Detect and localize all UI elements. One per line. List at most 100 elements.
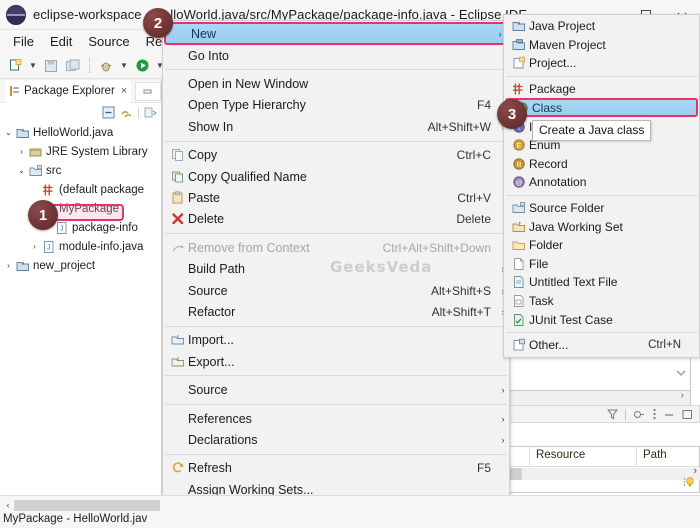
collapse-all-icon[interactable]	[102, 106, 115, 119]
submenu-item-task[interactable]: Task	[504, 292, 699, 311]
explorer-hscrollbar[interactable]: ‹	[2, 498, 160, 512]
chevron-down-icon[interactable]: ▼	[118, 56, 130, 76]
chevron-left-icon[interactable]: ‹	[2, 500, 14, 510]
minimize-icon[interactable]	[664, 409, 675, 420]
menu-item-open-type-hierarchy[interactable]: Open Type Hierarchy F4	[163, 95, 509, 116]
menu-item-export[interactable]: Export...	[163, 351, 509, 372]
chevron-right-icon[interactable]: ›	[681, 390, 684, 401]
menu-item-show-in[interactable]: Show InAlt+Shift+W›	[163, 116, 509, 137]
submenu-item-junit-test-case[interactable]: JUnit Test Case	[504, 310, 699, 329]
view-minimize-button[interactable]	[135, 81, 161, 101]
table-hscrollbar[interactable]: ›	[510, 465, 700, 480]
submenu-item-project[interactable]: Project...	[504, 54, 699, 73]
menu-icon-spacer	[168, 261, 188, 278]
menu-item-new[interactable]: New ›	[164, 22, 508, 45]
refresh-icon	[168, 460, 188, 477]
problems-table: Resource Path ›	[509, 446, 700, 493]
menu-item-label: File	[529, 256, 549, 271]
submenu-item-maven-project[interactable]: Maven Project	[504, 36, 699, 55]
view-menu-icon[interactable]	[144, 106, 157, 119]
submenu-item-folder[interactable]: Folder	[504, 236, 699, 255]
tree-item-jre-system-library[interactable]: › JRE System Library	[0, 142, 161, 161]
new-file-icon[interactable]	[5, 56, 25, 76]
twisty-icon[interactable]: ›	[15, 147, 28, 156]
menu-item-refactor[interactable]: RefactorAlt+Shift+T›	[163, 301, 509, 322]
chevron-down-icon[interactable]: ▼	[27, 56, 39, 76]
menu-item-import[interactable]: Import...	[163, 330, 509, 351]
submenu-item-java-project[interactable]: Java Project	[504, 17, 699, 36]
submenu-item-file[interactable]: File	[504, 255, 699, 274]
debug-bug-icon[interactable]	[96, 56, 116, 76]
vertical-dots-icon[interactable]	[652, 408, 657, 420]
tree-item-package-info[interactable]: ›Jpackage-info	[0, 218, 161, 237]
tree-item-module-info[interactable]: › Jmodule-info.java	[0, 237, 161, 256]
badge-number: 2	[153, 14, 163, 32]
menu-item-declarations[interactable]: Declarations ›	[163, 429, 509, 450]
filter-icon[interactable]	[607, 409, 618, 420]
maven-project-icon	[509, 36, 529, 53]
submenu-item-java-working-set[interactable]: Java Working Set	[504, 217, 699, 236]
tree-item-helloworld-project[interactable]: ⌄ HelloWorld.java	[0, 123, 161, 142]
menu-item-label: References	[188, 411, 252, 426]
menu-item-shortcut: Alt+Shift+W	[427, 119, 491, 134]
maximize-icon[interactable]	[682, 409, 693, 420]
menu-item-copy[interactable]: Copy Ctrl+C	[163, 145, 509, 166]
menu-edit[interactable]: Edit	[42, 32, 80, 51]
menu-item-label: Source	[188, 383, 228, 398]
copy-qualified-icon	[168, 168, 188, 185]
tree-item-new-project[interactable]: › new_project	[0, 256, 161, 275]
menu-item-references[interactable]: References ›	[163, 408, 509, 429]
scroll-thumb[interactable]	[510, 468, 522, 480]
submenu-item-untitled-text-file[interactable]: Untitled Text File	[504, 273, 699, 292]
column-header-resource[interactable]: Resource	[530, 447, 637, 466]
new-submenu: Java Project Maven Project Project... Packa…	[503, 14, 700, 358]
copy-icon	[168, 147, 188, 164]
column-header-path[interactable]: Path	[637, 447, 699, 466]
tree-item-src[interactable]: ⌄ src	[0, 161, 161, 180]
submenu-item-annotation[interactable]: @ Annotation	[504, 173, 699, 192]
menu-file[interactable]: File	[5, 32, 42, 51]
tree-item-label: JRE System Library	[46, 145, 148, 158]
problems-view-toolbar	[509, 405, 700, 423]
menu-item-refresh[interactable]: Refresh F5	[163, 458, 509, 479]
tree-item-mypackage[interactable]: MyPackage	[0, 199, 161, 218]
run-play-icon[interactable]	[132, 56, 152, 76]
menu-item-shortcut: F4	[476, 98, 491, 113]
menu-separator	[165, 140, 507, 142]
focus-icon[interactable]	[633, 409, 645, 420]
submenu-item-class[interactable]: CClass	[505, 98, 698, 118]
scroll-thumb[interactable]	[14, 499, 160, 511]
menu-item-label: Delete	[188, 212, 225, 227]
submenu-item-package[interactable]: Package	[504, 80, 699, 99]
twisty-icon[interactable]: ⌄	[15, 166, 28, 175]
menu-item-open-in-new-window[interactable]: Open in New Window	[163, 73, 509, 94]
menu-item-source-2[interactable]: Source ›	[163, 379, 509, 400]
close-icon[interactable]: ×	[121, 85, 127, 97]
menu-item-source-1[interactable]: SourceAlt+Shift+S›	[163, 280, 509, 301]
menu-source[interactable]: Source	[80, 32, 137, 51]
menu-item-label: Copy Qualified Name	[188, 169, 307, 184]
chevron-down-icon[interactable]	[675, 368, 687, 378]
menu-item-go-into[interactable]: Go Into	[163, 45, 509, 66]
submenu-item-record[interactable]: R Record	[504, 155, 699, 174]
tree-item-default-package[interactable]: (default package	[0, 180, 161, 199]
menu-item-delete[interactable]: Delete Delete	[163, 209, 509, 230]
submenu-item-other[interactable]: Other... Ctrl+N	[504, 336, 699, 355]
tab-package-explorer[interactable]: Package Explorer ×	[5, 79, 132, 103]
save-all-icon[interactable]	[63, 56, 83, 76]
menu-item-label: Copy	[188, 148, 218, 163]
link-with-editor-icon[interactable]	[120, 106, 133, 119]
save-icon[interactable]	[41, 56, 61, 76]
twisty-icon[interactable]: ›	[28, 242, 41, 251]
menu-item-build-path[interactable]: Build Path›	[163, 259, 509, 280]
menu-item-label: Java Working Set	[529, 219, 623, 234]
submenu-item-source-folder[interactable]: Source Folder	[504, 199, 699, 218]
menu-item-shortcut: Alt+Shift+T	[431, 304, 491, 319]
menu-item-paste[interactable]: Paste Ctrl+V	[163, 187, 509, 208]
twisty-icon[interactable]: ›	[2, 261, 15, 270]
tip-icon[interactable]	[683, 476, 695, 494]
menu-item-label: Java Project	[529, 19, 596, 34]
menu-item-copy-qualified-name[interactable]: Copy Qualified Name	[163, 166, 509, 187]
twisty-icon[interactable]: ⌄	[2, 128, 15, 137]
menu-item-shortcut: F5	[476, 461, 491, 476]
